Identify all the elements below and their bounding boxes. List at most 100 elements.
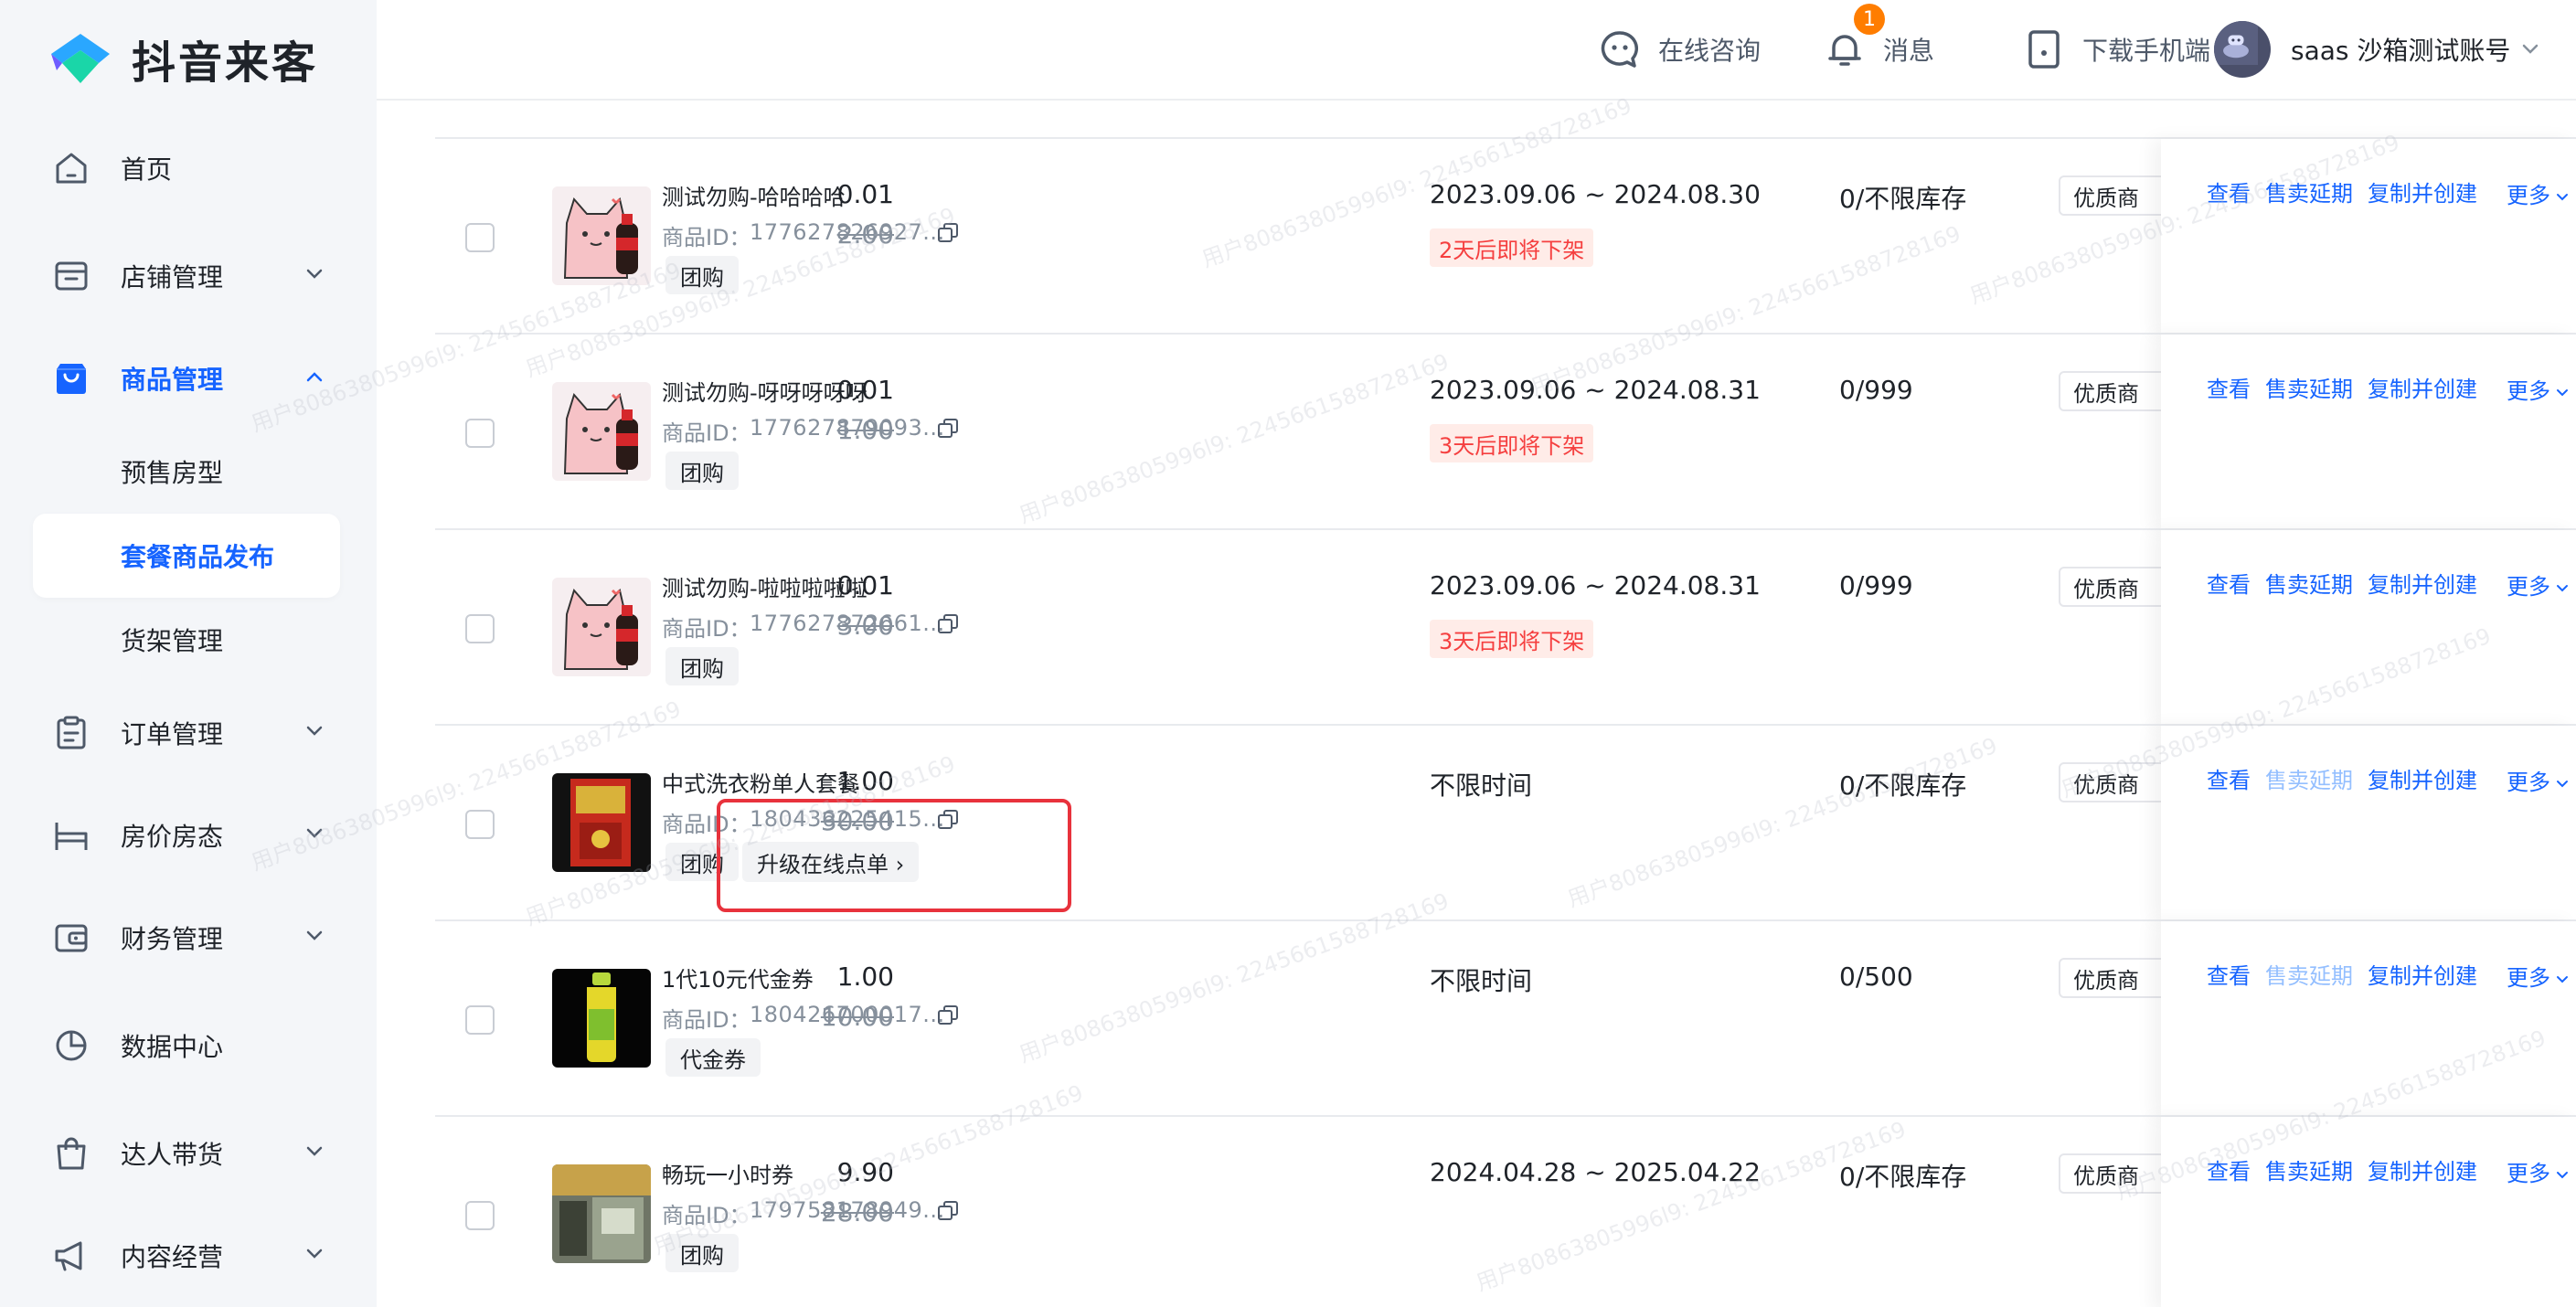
more-label: 更多: [2507, 574, 2550, 600]
top-header: 在线咨询 消息 1 下载手机端 saas 沙箱测试账号: [377, 0, 2576, 101]
chevron-down-icon: [306, 1146, 323, 1156]
row-checkbox[interactable]: [465, 614, 495, 643]
nav-products[interactable]: 商品管理: [33, 336, 340, 420]
more-dropdown[interactable]: 更多: [2507, 764, 2571, 796]
pie-chart-icon: [51, 1025, 91, 1066]
more-label: 更多: [2507, 378, 2550, 404]
nav-content[interactable]: 内容经营: [33, 1214, 340, 1298]
sale-price: 0.01: [836, 179, 894, 209]
product-thumbnail[interactable]: [552, 773, 651, 872]
copy-create-link[interactable]: 复制并创建: [2368, 762, 2477, 794]
copy-icon[interactable]: [936, 1199, 960, 1223]
sidebar: 抖音来客 首页 店铺管理 商品管理 预售房型 套餐商品发布 货架管理 订单管理: [0, 0, 377, 1307]
app-logo[interactable]: 抖音来客: [44, 22, 318, 95]
view-link[interactable]: 查看: [2207, 567, 2251, 599]
more-dropdown[interactable]: 更多: [2507, 177, 2571, 209]
upgrade-online-order-button[interactable]: 升级在线点单 ›: [742, 842, 920, 882]
view-link[interactable]: 查看: [2207, 1153, 2251, 1185]
more-label: 更多: [2507, 183, 2550, 208]
more-dropdown[interactable]: 更多: [2507, 960, 2571, 992]
copy-create-link[interactable]: 复制并创建: [2368, 1153, 2477, 1185]
subnav-shelf[interactable]: 货架管理: [33, 598, 340, 682]
product-thumbnail[interactable]: [552, 1164, 651, 1263]
copy-create-link[interactable]: 复制并创建: [2368, 371, 2477, 403]
nav-label: 店铺管理: [121, 262, 224, 292]
row-checkbox[interactable]: [465, 1005, 495, 1035]
shopping-bag-icon: [51, 1133, 91, 1174]
product-thumbnail[interactable]: [552, 578, 651, 676]
chevron-down-icon: [306, 269, 323, 279]
nav-finance[interactable]: 财务管理: [33, 896, 340, 980]
view-link[interactable]: 查看: [2207, 175, 2251, 207]
messages-label: 消息: [1883, 36, 1935, 66]
extend-sale-link[interactable]: 售卖延期: [2265, 371, 2353, 403]
copy-icon[interactable]: [936, 417, 960, 441]
row-actions: 查看 售卖延期 复制并创建 更多: [2161, 726, 2576, 921]
account-menu[interactable]: saas 沙箱测试账号: [2214, 20, 2543, 79]
row-checkbox[interactable]: [465, 223, 495, 252]
nav-home[interactable]: 首页: [33, 126, 340, 210]
view-link[interactable]: 查看: [2207, 371, 2251, 403]
product-name[interactable]: 畅玩一小时券: [662, 1157, 793, 1189]
more-dropdown[interactable]: 更多: [2507, 373, 2571, 405]
phone-icon: [2028, 30, 2060, 69]
view-link[interactable]: 查看: [2207, 958, 2251, 990]
product-id-label: 商品ID：: [662, 420, 751, 446]
nav-data-center[interactable]: 数据中心: [33, 1004, 340, 1088]
sale-price: 0.01: [836, 570, 894, 600]
extend-sale-link[interactable]: 售卖延期: [2265, 567, 2353, 599]
product-id-label: 商品ID：: [662, 1203, 751, 1228]
copy-icon[interactable]: [936, 808, 960, 832]
extend-sale-link[interactable]: 售卖延期: [2265, 175, 2353, 207]
quality-tag: 优质商: [2059, 1153, 2168, 1194]
table-row: 中式洗衣粉单人套餐 商品ID： 180436225415... 团购 1.00 …: [435, 724, 2576, 921]
product-thumbnail[interactable]: [552, 969, 651, 1068]
product-thumbnail[interactable]: [552, 186, 651, 285]
avatar: [2214, 21, 2271, 78]
product-id-label: 商品ID：: [662, 1007, 751, 1033]
nav-label: 达人带货: [121, 1140, 224, 1170]
stock-value: 0/不限库存: [1839, 1162, 1967, 1192]
sale-price: 1.00: [836, 766, 894, 796]
copy-icon[interactable]: [936, 612, 960, 636]
row-checkbox[interactable]: [465, 810, 495, 839]
store-icon: [51, 256, 91, 296]
copy-create-link[interactable]: 复制并创建: [2368, 175, 2477, 207]
table-row: 畅玩一小时券 商品ID： 179758178949... 团购 9.90 28.…: [435, 1115, 2576, 1307]
copy-icon[interactable]: [936, 221, 960, 245]
product-name[interactable]: 1代10元代金券: [662, 962, 814, 994]
extend-sale-link[interactable]: 售卖延期: [2265, 1153, 2353, 1185]
copy-icon[interactable]: [936, 1004, 960, 1027]
row-checkbox[interactable]: [465, 1201, 495, 1230]
subnav-presale-room[interactable]: 预售房型: [33, 430, 340, 514]
stock-value: 0/500: [1839, 962, 1913, 992]
product-thumbnail[interactable]: [552, 382, 651, 481]
more-dropdown[interactable]: 更多: [2507, 568, 2571, 600]
logo-text: 抖音来客: [132, 37, 319, 89]
nav-room-status[interactable]: 房价房态: [33, 793, 340, 877]
subnav-package-publish[interactable]: 套餐商品发布: [33, 514, 340, 598]
more-label: 更多: [2507, 1161, 2550, 1186]
copy-create-link[interactable]: 复制并创建: [2368, 958, 2477, 990]
product-name[interactable]: 中式洗衣粉单人套餐: [662, 766, 859, 798]
home-icon: [51, 148, 91, 188]
nav-influencer[interactable]: 达人带货: [33, 1111, 340, 1195]
product-type-tag: 团购: [665, 843, 739, 881]
copy-create-link[interactable]: 复制并创建: [2368, 567, 2477, 599]
nav-label: 数据中心: [121, 1032, 224, 1062]
nav-orders[interactable]: 订单管理: [33, 691, 340, 775]
product-name[interactable]: 测试勿购-哈哈哈哈: [662, 179, 846, 211]
quality-tag: 优质商: [2059, 958, 2168, 998]
chevron-down-icon: [306, 828, 323, 838]
more-dropdown[interactable]: 更多: [2507, 1155, 2571, 1187]
original-price: 1.00: [836, 415, 894, 445]
nav-store[interactable]: 店铺管理: [33, 234, 340, 318]
product-id-label: 商品ID：: [662, 616, 751, 642]
sale-period: 2023.09.06 ~ 2024.08.30: [1430, 179, 1761, 209]
view-link[interactable]: 查看: [2207, 762, 2251, 794]
row-checkbox[interactable]: [465, 419, 495, 448]
sale-period: 不限时间: [1430, 966, 1533, 996]
online-consult-button[interactable]: 在线咨询: [1598, 24, 1761, 75]
download-app-button[interactable]: 下载手机端: [2022, 24, 2210, 75]
chevron-down-icon: [2557, 389, 2568, 397]
